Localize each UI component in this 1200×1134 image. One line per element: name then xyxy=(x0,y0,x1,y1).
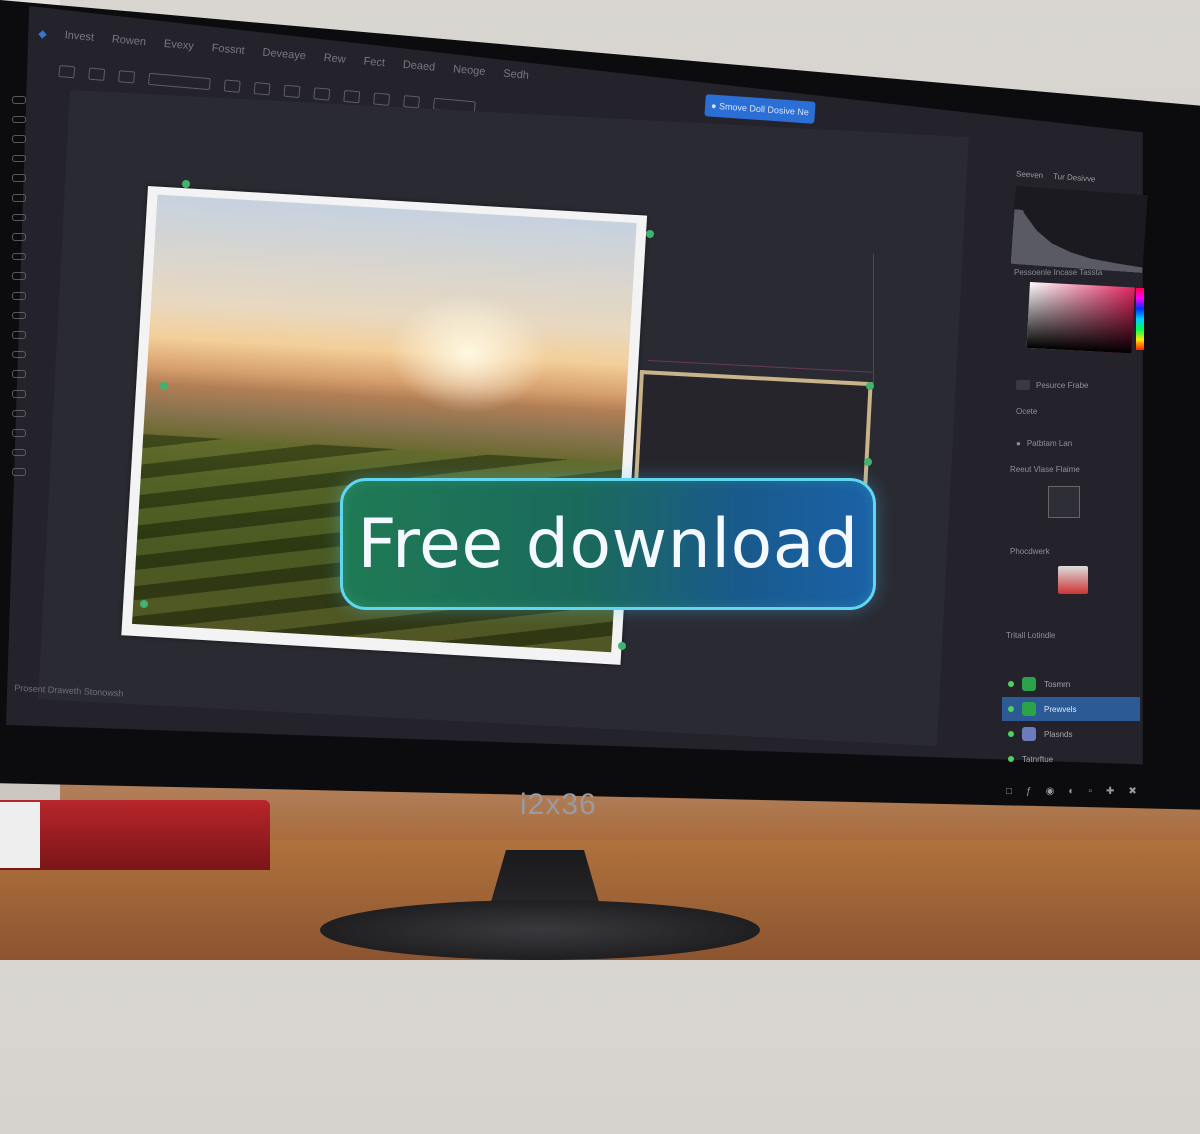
stamp-tool-icon[interactable] xyxy=(12,252,26,261)
menu-item[interactable]: Deaed xyxy=(402,59,435,74)
app-logo-icon: ◆ xyxy=(37,27,48,41)
menu-item[interactable]: Evexy xyxy=(163,38,194,53)
tool-preset-icon[interactable] xyxy=(88,67,106,81)
frame-thumbnail[interactable] xyxy=(1048,486,1080,518)
history-brush-tool-icon[interactable] xyxy=(12,272,26,280)
menu-item[interactable]: Sedh xyxy=(503,68,530,82)
guide-line[interactable] xyxy=(873,254,874,384)
menu-item[interactable]: Rowen xyxy=(111,33,146,48)
color-panel-label: Pessoenle Incase Tassta xyxy=(1014,268,1103,277)
align-center-icon[interactable] xyxy=(313,87,331,101)
transform-handle[interactable] xyxy=(140,600,148,608)
color-picker-field[interactable] xyxy=(1026,282,1135,354)
menu-item[interactable]: Fect xyxy=(363,55,385,69)
move-tool-icon[interactable] xyxy=(12,96,26,104)
white-box xyxy=(0,802,40,868)
mask-icon[interactable]: ◉ xyxy=(1046,786,1055,797)
shape-tool-icon[interactable] xyxy=(12,429,26,437)
mode-icon[interactable] xyxy=(223,79,241,93)
warp-icon[interactable] xyxy=(403,95,421,109)
toolbox xyxy=(6,96,32,476)
menu-item[interactable]: Invest xyxy=(64,29,94,44)
libraries-header: Phocdwerk xyxy=(1010,546,1050,556)
type-tool-icon[interactable] xyxy=(12,389,26,398)
new-layer-icon[interactable]: ✚ xyxy=(1106,786,1114,797)
transform-icon[interactable] xyxy=(373,92,391,106)
layer-thumb-icon xyxy=(1016,380,1030,390)
layer-row[interactable]: Tatnrftue xyxy=(1002,747,1140,771)
path-selection-tool-icon[interactable] xyxy=(12,409,26,418)
menu-item[interactable]: Fossnt xyxy=(211,42,245,57)
adjust-icon: ● xyxy=(1016,438,1021,448)
blur-tool-icon[interactable] xyxy=(12,331,26,339)
transform-handle[interactable] xyxy=(866,382,874,390)
transform-handle[interactable] xyxy=(182,180,190,188)
brush-icon[interactable] xyxy=(118,70,136,84)
magic-wand-tool-icon[interactable] xyxy=(12,154,26,163)
visibility-eye-icon[interactable] xyxy=(1008,756,1014,762)
fx-icon[interactable]: ƒ xyxy=(1026,786,1032,797)
menu-item[interactable]: Deveaye xyxy=(262,47,306,63)
layer-row-selected[interactable]: Prewvels xyxy=(1002,697,1140,721)
eyedropper-tool-icon[interactable] xyxy=(12,193,26,202)
properties-row: ● Patbtam Lan xyxy=(1016,438,1073,448)
layer-row[interactable]: Plasnds xyxy=(1002,722,1140,746)
layer-thumbnail xyxy=(1022,677,1036,691)
hue-slider[interactable] xyxy=(1136,288,1144,350)
size-slider-icon[interactable] xyxy=(148,72,211,91)
align-left-icon[interactable] xyxy=(283,84,301,99)
visibility-eye-icon[interactable] xyxy=(1008,731,1014,737)
histogram-curve xyxy=(1011,186,1148,273)
visibility-eye-icon[interactable] xyxy=(1008,706,1014,712)
properties-row: Pesurce Frabe xyxy=(1016,378,1088,392)
library-asset-thumbnail[interactable] xyxy=(1058,566,1088,594)
zoom-tool-icon[interactable] xyxy=(12,468,26,476)
crop-tool-icon[interactable] xyxy=(12,174,26,182)
sun-glow xyxy=(385,288,553,418)
pen-icon[interactable] xyxy=(253,82,271,96)
layers-footer: □ ƒ ◉ ◐ ▫ ✚ ✖ xyxy=(1006,786,1137,797)
healing-tool-icon[interactable] xyxy=(12,213,26,222)
visibility-eye-icon[interactable] xyxy=(1008,681,1014,687)
free-download-label: Free download xyxy=(357,504,859,584)
menu-item[interactable]: Rew xyxy=(323,52,346,66)
transform-handle[interactable] xyxy=(160,382,168,390)
panel-tab[interactable]: Seeven xyxy=(1016,169,1044,180)
monitor-stand-base xyxy=(320,900,760,960)
eraser-tool-icon[interactable] xyxy=(12,291,26,300)
free-download-button[interactable]: Free download xyxy=(340,478,876,610)
properties-header: Reeut Vlase Flaime xyxy=(1010,464,1080,474)
lasso-tool-icon[interactable] xyxy=(12,135,26,143)
layer-thumbnail xyxy=(1022,727,1036,741)
layer-row[interactable]: Tosmrn xyxy=(1002,672,1140,696)
monitor-brand-label: i2x36 xyxy=(520,788,597,821)
layers-header: Tritall Lotindle xyxy=(1006,630,1056,640)
pen-tool-icon[interactable] xyxy=(12,370,26,378)
transform-handle[interactable] xyxy=(618,642,626,650)
gradient-tool-icon[interactable] xyxy=(12,311,26,320)
transform-handle[interactable] xyxy=(646,230,654,238)
marquee-tool-icon[interactable] xyxy=(12,115,26,124)
dodge-tool-icon[interactable] xyxy=(12,350,26,359)
brush-tool-icon[interactable] xyxy=(12,233,26,241)
layer-thumbnail xyxy=(1022,702,1036,716)
adjustment-icon[interactable]: ◐ xyxy=(1068,786,1074,797)
link-layers-icon[interactable]: □ xyxy=(1006,786,1012,797)
hand-tool-icon[interactable] xyxy=(12,448,26,457)
align-right-icon[interactable] xyxy=(343,89,361,104)
home-icon[interactable] xyxy=(58,64,76,79)
menu-item[interactable]: Neoge xyxy=(453,63,486,78)
properties-row: Ocete xyxy=(1016,406,1038,416)
delete-layer-icon[interactable]: ✖ xyxy=(1128,786,1136,797)
transform-handle[interactable] xyxy=(864,458,872,466)
red-box xyxy=(0,800,270,870)
histogram xyxy=(1010,186,1148,274)
group-icon[interactable]: ▫ xyxy=(1088,786,1092,797)
